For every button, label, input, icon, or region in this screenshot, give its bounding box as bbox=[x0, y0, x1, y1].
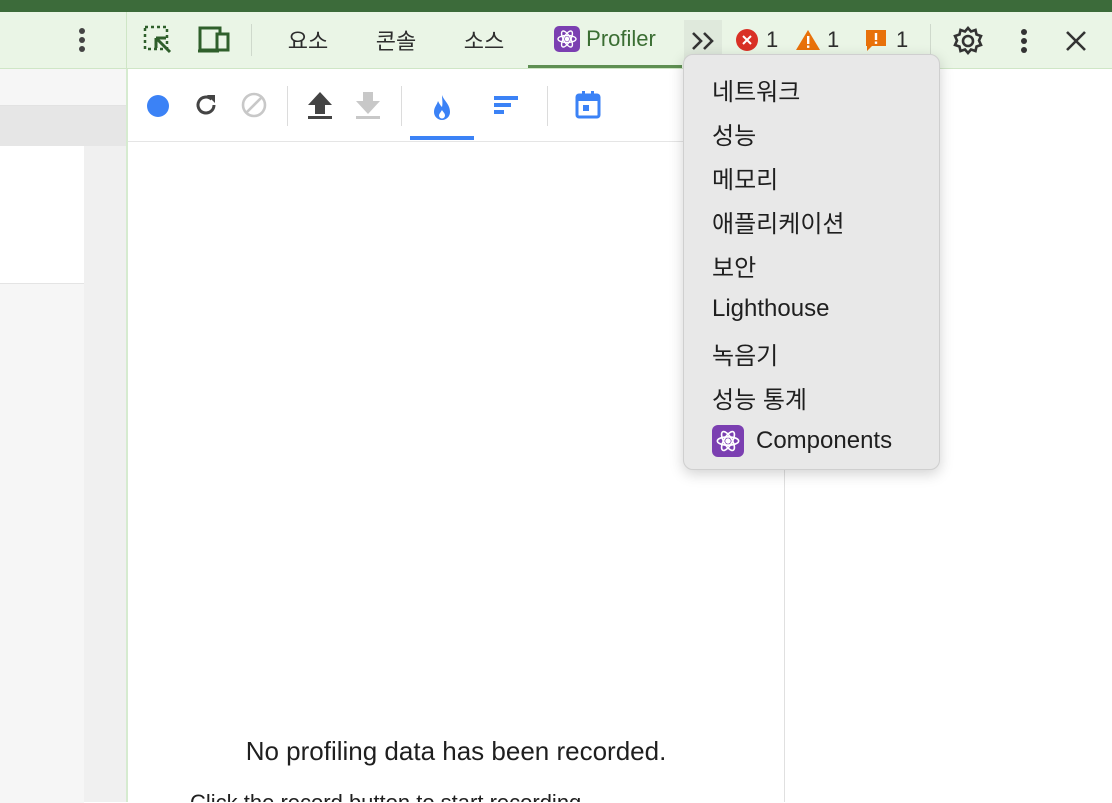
left-pane-lower bbox=[0, 283, 84, 803]
left-pane-scroll-area[interactable] bbox=[84, 146, 126, 802]
tab-elements[interactable]: 요소 bbox=[268, 12, 348, 68]
inspect-element-icon[interactable] bbox=[140, 22, 176, 58]
issue-icon bbox=[864, 28, 888, 52]
menu-item-components[interactable]: Components bbox=[684, 419, 939, 463]
flamegraph-flame-icon[interactable] bbox=[410, 80, 474, 140]
menu-item-recorder[interactable]: 녹음기 bbox=[684, 331, 939, 375]
menu-item-security-label: 보안 bbox=[712, 254, 757, 282]
error-count: 1 bbox=[766, 27, 779, 52]
menu-item-recorder-label: 녹음기 bbox=[712, 342, 779, 370]
tab-profiler-label: Profiler bbox=[586, 25, 656, 51]
react-atom-icon bbox=[712, 425, 744, 457]
tabbar-divider-left bbox=[126, 12, 127, 69]
left-pane-header bbox=[0, 69, 126, 106]
tabbar-divider-right bbox=[930, 24, 931, 56]
tab-console[interactable]: 콘솔 bbox=[356, 12, 436, 68]
load-profile-upload-icon[interactable] bbox=[303, 88, 337, 122]
toolbar-divider-1 bbox=[287, 86, 288, 126]
left-pane-subheader bbox=[0, 106, 126, 146]
menu-item-memory-label: 메모리 bbox=[712, 166, 779, 194]
settings-gear-icon[interactable] bbox=[948, 22, 988, 60]
menu-item-network-label: 네트워크 bbox=[712, 78, 801, 106]
menu-item-application-label: 애플리케이션 bbox=[712, 210, 845, 238]
tab-sources-label: 소스 bbox=[463, 29, 505, 54]
timeline-calendar-icon[interactable] bbox=[571, 88, 605, 122]
more-options-kebab-icon[interactable] bbox=[1008, 24, 1040, 58]
menu-item-performance-insights-label: 성능 통계 bbox=[712, 386, 807, 414]
menu-item-lighthouse[interactable]: Lighthouse bbox=[684, 287, 939, 331]
more-tabs-dropdown-menu: 네트워크 성능 메모리 애플리케이션 보안 Lighthouse 녹음기 성능 … bbox=[683, 54, 940, 470]
menu-item-network[interactable]: 네트워크 bbox=[684, 67, 939, 111]
menu-item-performance-insights[interactable]: 성능 통계 bbox=[684, 375, 939, 419]
tabbar-divider-tools bbox=[251, 24, 252, 56]
error-icon bbox=[736, 29, 758, 51]
menu-item-application[interactable]: 애플리케이션 bbox=[684, 199, 939, 243]
device-toolbar-icon[interactable] bbox=[196, 22, 232, 58]
left-kebab-menu-icon[interactable] bbox=[66, 24, 98, 56]
toolbar-divider-2 bbox=[401, 86, 402, 126]
menu-item-security[interactable]: 보안 bbox=[684, 243, 939, 287]
menu-item-lighthouse-label: Lighthouse bbox=[712, 295, 830, 322]
left-pane bbox=[0, 69, 128, 803]
tab-profiler[interactable]: Profiler bbox=[528, 12, 682, 68]
tab-console-label: 콘솔 bbox=[375, 29, 417, 54]
no-profiling-data-message: No profiling data has been recorded. bbox=[245, 736, 667, 766]
close-devtools-icon[interactable] bbox=[1058, 24, 1094, 58]
warning-icon bbox=[795, 29, 821, 51]
clear-profiling-data-icon[interactable] bbox=[238, 89, 270, 121]
warning-count: 1 bbox=[827, 27, 840, 52]
menu-item-performance-label: 성능 bbox=[712, 122, 757, 150]
record-hint-text: Click the record button to start recordi… bbox=[190, 790, 730, 802]
ranked-chart-icon[interactable] bbox=[488, 89, 524, 121]
menu-item-memory[interactable]: 메모리 bbox=[684, 155, 939, 199]
reload-and-profile-icon[interactable] bbox=[190, 89, 222, 121]
toolbar-divider-3 bbox=[547, 86, 548, 126]
tab-elements-label: 요소 bbox=[287, 29, 329, 54]
menu-item-components-label: Components bbox=[756, 427, 893, 454]
tab-sources[interactable]: 소스 bbox=[444, 12, 524, 68]
menu-item-performance[interactable]: 성능 bbox=[684, 111, 939, 155]
save-profile-download-icon[interactable] bbox=[351, 88, 385, 122]
issues-count: 1 bbox=[896, 27, 909, 52]
window-top-strip bbox=[0, 0, 1112, 12]
left-pane-content bbox=[0, 146, 84, 283]
record-button[interactable] bbox=[142, 90, 174, 122]
react-atom-icon bbox=[554, 25, 581, 52]
